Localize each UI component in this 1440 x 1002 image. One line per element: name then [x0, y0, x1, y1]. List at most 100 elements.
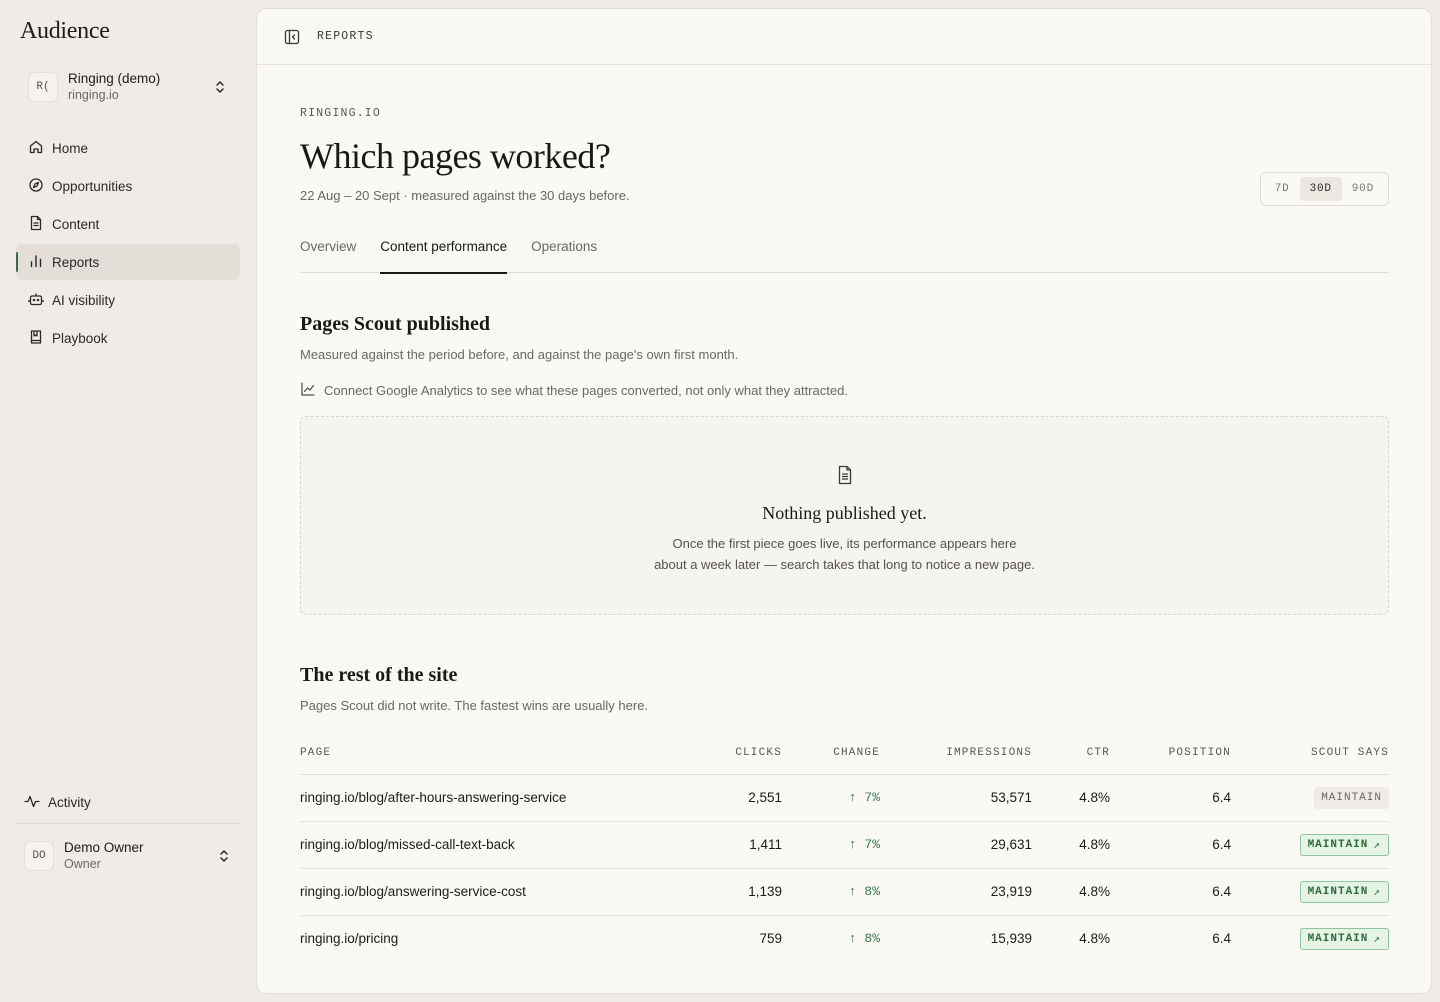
scout-says-label: MAINTAIN	[1307, 886, 1369, 898]
sidebar-item-home[interactable]: Home	[16, 130, 240, 166]
arrow-up-right-icon: ↗	[1373, 934, 1381, 946]
column-header-change[interactable]: CHANGE	[833, 747, 880, 759]
user-switcher[interactable]: DO Demo Owner Owner	[16, 834, 240, 878]
column-header-clicks[interactable]: CLICKS	[735, 747, 782, 759]
bar-chart-icon	[28, 253, 52, 272]
sidebar-item-label: Playbook	[52, 330, 108, 346]
table-body: ringing.io/blog/after-hours-answering-se…	[300, 775, 1389, 963]
clicks-value: 2,551	[748, 790, 782, 805]
section-title-published: Pages Scout published	[300, 313, 491, 335]
sidebar-item-reports[interactable]: Reports	[16, 244, 240, 280]
scout-says-label: MAINTAIN	[1321, 792, 1382, 804]
column-header-position[interactable]: POSITION	[1169, 747, 1231, 759]
arrow-up-icon: ↑	[848, 790, 865, 805]
site-eyebrow: RINGING.IO	[300, 107, 382, 120]
arrow-up-right-icon: ↗	[1373, 887, 1381, 899]
sidebar-item-content[interactable]: Content	[16, 206, 240, 242]
page-subtitle: 22 Aug – 20 Sept · measured against the …	[300, 188, 630, 203]
page-url-link[interactable]: ringing.io/blog/after-hours-answering-se…	[300, 790, 566, 805]
table-header: PAGE CLICKS CHANGE IMPRESSIONS CTR POSIT…	[300, 733, 1389, 775]
change-percent: 8%	[864, 884, 880, 899]
user-role: Owner	[64, 857, 101, 871]
brand-logo: Audience	[20, 18, 110, 44]
clicks-value: 759	[759, 931, 782, 946]
sidebar-item-playbook[interactable]: Playbook	[16, 320, 240, 356]
column-header-page[interactable]: PAGE	[300, 747, 331, 759]
column-header-scout-says: SCOUT SAYS	[1310, 747, 1389, 759]
change-percent: 7%	[864, 837, 880, 852]
position-value: 6.4	[1212, 790, 1231, 805]
column-header-ctr[interactable]: CTR	[1087, 747, 1110, 759]
org-avatar: R(	[28, 72, 58, 102]
impressions-value: 53,571	[990, 790, 1032, 805]
impressions-value: 29,631	[990, 837, 1032, 852]
table-row[interactable]: ringing.io/blog/after-hours-answering-se…	[300, 775, 1389, 822]
sidebar-item-label: Activity	[48, 794, 91, 810]
table-row[interactable]: ringing.io/blog/answering-service-cost 1,…	[300, 869, 1389, 916]
sidebar-toggle-icon[interactable]	[283, 28, 301, 46]
scout-says-badge[interactable]: MAINTAIN ↗	[1299, 928, 1389, 950]
range-90d-button[interactable]: 90D	[1342, 177, 1384, 201]
line-chart-icon	[300, 381, 324, 400]
section-description-published: Measured against the period before, and …	[300, 347, 739, 362]
page-url-link[interactable]: ringing.io/blog/missed-call-text-back	[300, 837, 515, 852]
impressions-value: 15,939	[990, 931, 1032, 946]
clicks-value: 1,411	[749, 837, 782, 852]
page-url-link[interactable]: ringing.io/blog/answering-service-cost	[300, 884, 526, 899]
document-icon	[28, 215, 52, 234]
range-7d-button[interactable]: 7D	[1265, 177, 1300, 201]
position-value: 6.4	[1212, 931, 1231, 946]
section-title-rest: The rest of the site	[300, 664, 458, 686]
home-icon	[28, 139, 52, 158]
tab-overview[interactable]: Overview	[300, 231, 356, 273]
book-icon	[28, 329, 52, 348]
scout-says-badge[interactable]: MAINTAIN ↗	[1299, 834, 1389, 856]
change-percent: 8%	[864, 931, 880, 946]
sidebar-item-opportunities[interactable]: Opportunities	[16, 168, 240, 204]
sidebar-divider	[16, 823, 240, 824]
arrow-up-icon: ↑	[848, 931, 865, 946]
robot-icon	[28, 291, 52, 310]
sidebar: Audience R( Ringing (demo) ringing.io Ho…	[0, 0, 256, 1002]
main-panel: REPORTS RINGING.IO Which pages worked? 2…	[256, 8, 1432, 994]
google-analytics-note: Connect Google Analytics to see what the…	[300, 381, 848, 400]
ctr-value: 4.8%	[1079, 931, 1110, 946]
page-title: Which pages worked?	[300, 136, 611, 176]
scout-says-badge: MAINTAIN	[1314, 787, 1389, 809]
table-row[interactable]: ringing.io/blog/missed-call-text-back 1,4…	[300, 822, 1389, 869]
sidebar-item-label: Reports	[52, 254, 100, 270]
sidebar-item-label: Content	[52, 216, 100, 232]
arrow-up-icon: ↑	[848, 884, 865, 899]
sidebar-item-ai-visibility[interactable]: AI visibility	[16, 282, 240, 318]
change-value: ↑ 7%	[849, 837, 880, 852]
tab-operations[interactable]: Operations	[531, 231, 597, 273]
impressions-value: 23,919	[990, 884, 1032, 899]
tab-content-performance[interactable]: Content performance	[380, 231, 507, 274]
page-url-link[interactable]: ringing.io/pricing	[300, 931, 398, 946]
range-30d-button[interactable]: 30D	[1299, 177, 1342, 201]
change-value: ↑ 8%	[849, 931, 880, 946]
table-row[interactable]: ringing.io/pricing 759 ↑ 8% 15,939 4.8% 6.4 MA…	[300, 916, 1389, 963]
activity-pulse-icon	[24, 793, 48, 812]
ctr-value: 4.8%	[1079, 790, 1110, 805]
arrow-up-right-icon: ↗	[1373, 840, 1381, 852]
position-value: 6.4	[1212, 837, 1231, 852]
sidebar-item-activity[interactable]: Activity	[16, 786, 240, 818]
ctr-value: 4.8%	[1079, 837, 1110, 852]
user-name: Demo Owner	[64, 840, 144, 855]
scout-says-label: MAINTAIN	[1307, 839, 1369, 851]
date-range-selector: 7D 30D 90D	[1259, 172, 1389, 206]
breadcrumb: REPORTS	[317, 30, 374, 43]
column-header-impressions[interactable]: IMPRESSIONS	[946, 747, 1032, 759]
position-value: 6.4	[1212, 884, 1231, 899]
section-description-rest: Pages Scout did not write. The fastest w…	[300, 698, 649, 713]
scout-says-badge[interactable]: MAINTAIN ↗	[1299, 881, 1389, 903]
change-percent: 7%	[864, 790, 880, 805]
sidebar-item-label: Opportunities	[52, 178, 133, 194]
scout-says-label: MAINTAIN	[1307, 933, 1369, 945]
sidebar-nav: Home Opportunities Content Reports AI vi…	[16, 130, 240, 358]
org-switcher[interactable]: R( Ringing (demo) ringing.io	[20, 64, 240, 110]
change-value: ↑ 7%	[849, 790, 880, 805]
chevron-up-down-icon	[214, 79, 226, 100]
pages-table: PAGE CLICKS CHANGE IMPRESSIONS CTR POSIT…	[300, 733, 1389, 963]
